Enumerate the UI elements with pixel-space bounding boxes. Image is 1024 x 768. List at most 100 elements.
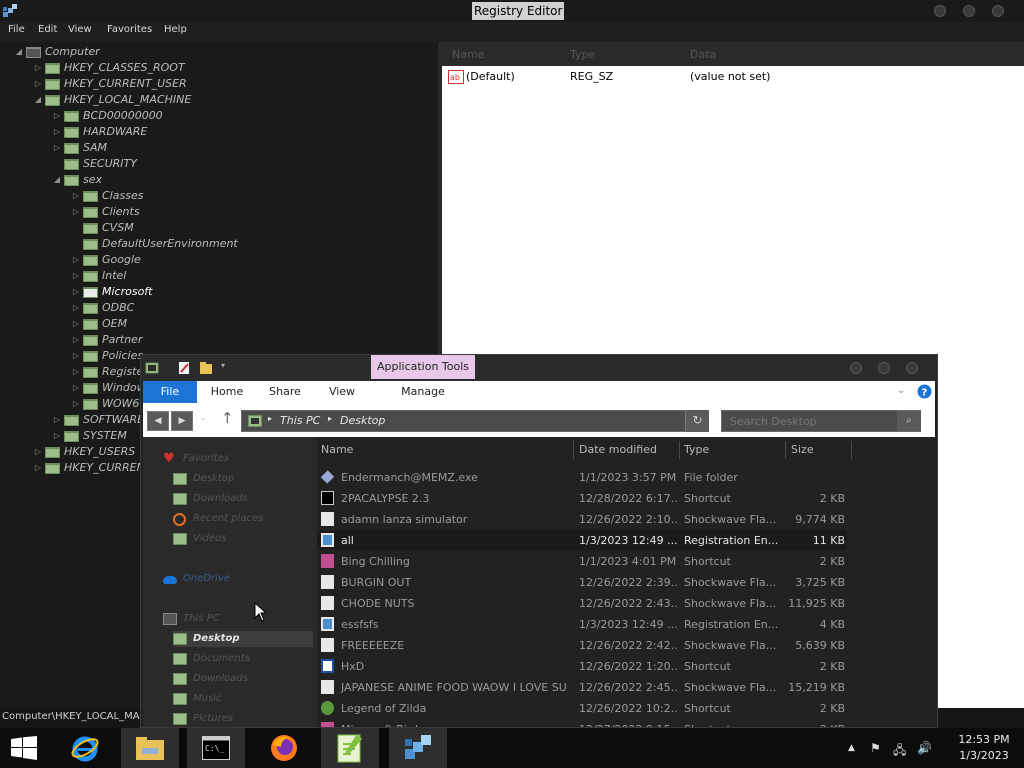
search-icon[interactable]: ⌕ <box>897 411 921 431</box>
tree-expander-icon[interactable]: ▷ <box>52 124 62 140</box>
nav-item[interactable]: Pictures <box>173 711 313 727</box>
up-arrow-icon[interactable]: ↑ <box>221 409 234 427</box>
nav-item[interactable]: ♥ Favorites <box>163 451 313 467</box>
taskbar-firefox[interactable] <box>255 728 313 768</box>
taskbar-file-explorer[interactable] <box>121 728 179 768</box>
nav-item[interactable]: OneDrive <box>163 571 313 587</box>
taskbar-registry-editor[interactable] <box>389 728 447 768</box>
address-bar[interactable]: ▸ This PC ▸ Desktop <box>241 410 709 432</box>
tree-expander-icon[interactable]: ▷ <box>71 300 81 316</box>
tree-expander-icon[interactable]: ▷ <box>33 444 43 460</box>
tree-expander-icon[interactable]: ▷ <box>52 428 62 444</box>
tree-expander-icon[interactable]: ▷ <box>71 252 81 268</box>
new-folder-icon[interactable] <box>199 361 213 375</box>
menu-help[interactable]: Help <box>164 24 187 35</box>
tree-expander-icon[interactable]: ▷ <box>71 188 81 204</box>
column-name[interactable]: Name <box>452 48 484 61</box>
close-button[interactable] <box>992 5 1004 17</box>
file-row[interactable]: all 1/3/2023 12:49 ... Registration En... 1… <box>317 530 847 550</box>
tree-expander-icon[interactable]: ▷ <box>71 268 81 284</box>
value-row[interactable]: ab (Default) REG_SZ (value not set) <box>442 68 1024 86</box>
file-row[interactable]: adamn lanza simulator 12/26/2022 2:10... S… <box>317 509 847 529</box>
tree-expander-icon[interactable]: ▷ <box>71 396 81 412</box>
tree-expander-icon[interactable]: ▷ <box>33 60 43 76</box>
column-type[interactable]: Type <box>570 48 595 61</box>
menu-favorites[interactable]: Favorites <box>107 24 152 35</box>
breadcrumb-this-pc[interactable]: This PC <box>280 414 320 427</box>
tree-expander-icon[interactable]: ▷ <box>71 364 81 380</box>
breadcrumb-desktop[interactable]: Desktop <box>340 414 385 427</box>
menu-edit[interactable]: Edit <box>38 24 57 35</box>
taskbar-command-prompt[interactable]: C:\_ <box>187 728 245 768</box>
regedit-titlebar[interactable]: Registry Editor <box>0 0 1024 22</box>
tree-expander-icon[interactable]: ▷ <box>71 380 81 396</box>
tree-expander-icon[interactable]: ◢ <box>52 172 62 188</box>
back-button[interactable]: ◀ <box>147 411 169 431</box>
file-row[interactable]: FREEEEEZE 12/26/2022 2:42... Shockwave Fla… <box>317 635 847 655</box>
tree-expander-icon[interactable]: ▷ <box>71 348 81 364</box>
help-icon[interactable]: ? <box>917 384 932 399</box>
file-row[interactable]: Minecraft Birds 12/27/2022 9:15... Shortcu… <box>317 719 847 727</box>
nav-item[interactable]: Desktop <box>173 471 313 487</box>
tab-view[interactable]: View <box>320 381 364 403</box>
nav-item[interactable]: Recent places <box>173 511 313 527</box>
system-clock[interactable]: 12:53 PM 1/3/2023 <box>944 732 1024 764</box>
file-list[interactable]: Name Date modified Type Size Endermanch@… <box>317 437 937 727</box>
file-row[interactable]: BURGIN OUT 12/26/2022 2:39... Shockwave Fl… <box>317 572 847 592</box>
nav-item[interactable]: Music <box>173 691 313 707</box>
nav-item[interactable]: Desktop <box>173 631 313 647</box>
show-hidden-icons-chevron-icon[interactable]: ▲ <box>848 743 855 753</box>
column-type[interactable]: Type <box>684 443 709 456</box>
nav-item[interactable]: Documents <box>173 651 313 667</box>
volume-icon[interactable]: 🔊 <box>917 741 932 755</box>
explorer-close-button[interactable] <box>906 362 918 374</box>
forward-button[interactable]: ▶ <box>171 411 193 431</box>
column-date-modified[interactable]: Date modified <box>579 443 657 456</box>
search-input[interactable] <box>721 410 921 432</box>
tree-expander-icon[interactable]: ▷ <box>52 140 62 156</box>
column-data[interactable]: Data <box>690 48 716 61</box>
tree-expander-icon[interactable]: ▷ <box>71 316 81 332</box>
start-button[interactable] <box>0 728 50 768</box>
menu-view[interactable]: View <box>68 24 92 35</box>
tree-expander-icon[interactable]: ▷ <box>33 76 43 92</box>
qat-dropdown-icon[interactable]: ▾ <box>221 361 225 370</box>
tree-expander-icon[interactable]: ▷ <box>52 412 62 428</box>
nav-item[interactable]: Downloads <box>173 671 313 687</box>
menu-file[interactable]: File <box>8 24 25 35</box>
file-row[interactable]: essfsfs 1/3/2023 12:49 ... Registration En… <box>317 614 847 634</box>
tab-manage[interactable]: Manage <box>393 381 453 403</box>
file-row[interactable]: Endermanch@MEMZ.exe 1/1/2023 3:57 PM File … <box>317 467 847 487</box>
tab-share[interactable]: Share <box>263 381 307 403</box>
file-row[interactable]: Bing Chilling 1/1/2023 4:01 PM Shortcut 2 K… <box>317 551 847 571</box>
explorer-minimize-button[interactable] <box>850 362 862 374</box>
tree-expander-icon[interactable]: ▷ <box>71 284 81 300</box>
minimize-button[interactable] <box>934 5 946 17</box>
network-icon[interactable]: 🖧 <box>893 741 906 762</box>
quick-access-toolbar[interactable]: ▾ Application Tools <box>141 355 937 381</box>
tab-application-tools[interactable]: Application Tools <box>371 355 475 379</box>
file-row[interactable]: 2PACALYPSE 2.3 12/28/2022 6:17... Shortcut… <box>317 488 847 508</box>
taskbar-notepad-plus-plus[interactable] <box>321 728 379 768</box>
navigation-pane[interactable]: ♥ Favorites Desktop Downloads Recent places V… <box>143 437 317 727</box>
nav-item[interactable]: Videos <box>173 531 313 547</box>
column-name[interactable]: Name <box>321 443 353 456</box>
file-row[interactable]: CHODE NUTS 12/26/2022 2:43... Shockwave Fl… <box>317 593 847 613</box>
taskbar-internet-explorer[interactable] <box>56 728 114 768</box>
file-row[interactable]: Legend of Zilda 12/26/2022 10:2... Shortcu… <box>317 698 847 718</box>
tree-expander-icon[interactable]: ◢ <box>14 44 24 60</box>
ribbon-expand-icon[interactable]: ⌄ <box>897 385 905 396</box>
refresh-button[interactable]: ↻ <box>685 410 709 432</box>
nav-item[interactable]: This PC <box>163 611 313 627</box>
tree-expander-icon[interactable]: ▷ <box>71 204 81 220</box>
maximize-button[interactable] <box>963 5 975 17</box>
nav-item[interactable]: Downloads <box>173 491 313 507</box>
tab-home[interactable]: Home <box>205 381 249 403</box>
action-center-flag-icon[interactable]: ⚑ <box>870 741 881 755</box>
tree-expander-icon[interactable]: ◢ <box>33 92 43 108</box>
properties-icon[interactable] <box>177 361 191 375</box>
tree-expander-icon[interactable]: ▷ <box>52 108 62 124</box>
file-row[interactable]: JAPANESE ANIME FOOD WAOW I LOVE SU... 12/… <box>317 677 847 697</box>
tree-expander-icon[interactable]: ▷ <box>71 332 81 348</box>
tree-expander-icon[interactable]: ▷ <box>33 460 43 476</box>
